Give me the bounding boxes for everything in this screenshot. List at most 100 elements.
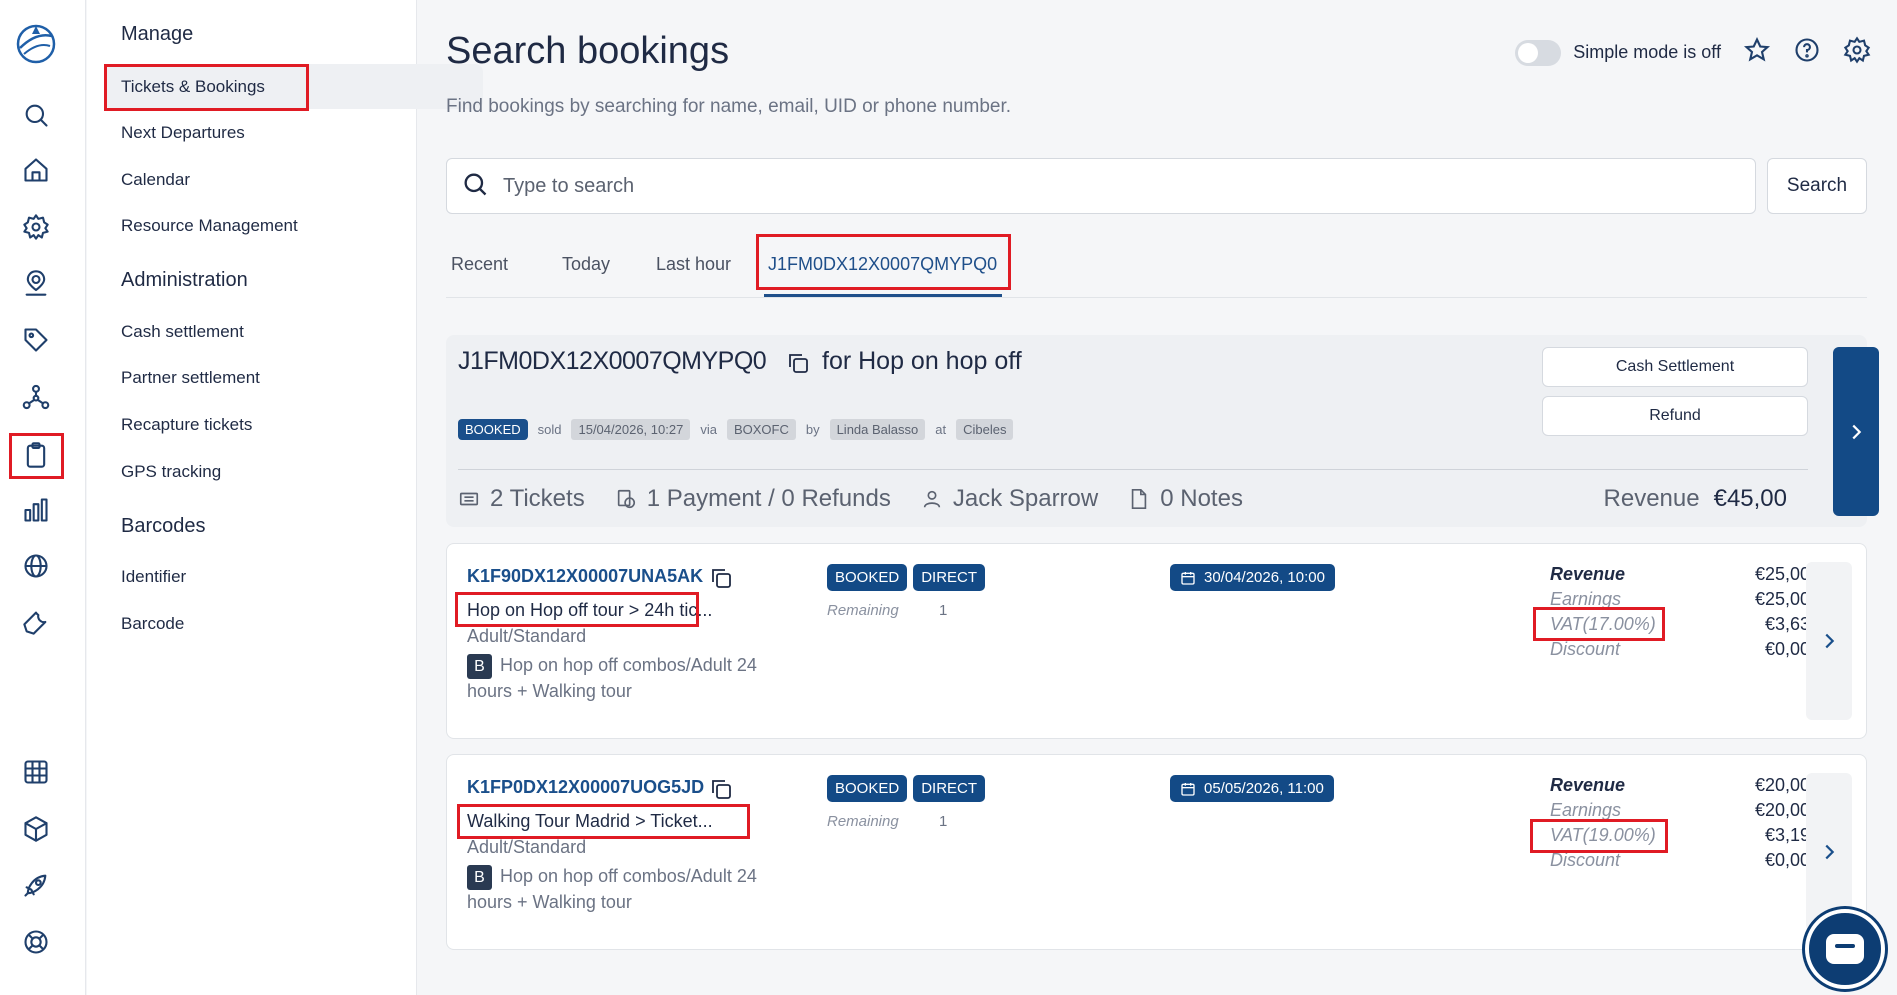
- booking-details-button[interactable]: [1833, 347, 1879, 516]
- fin-row-revenue: Revenue €20,00: [1550, 775, 1810, 800]
- combo-badge: B: [467, 865, 492, 890]
- wrench-icon[interactable]: [21, 607, 51, 637]
- remaining-label: Remaining: [827, 602, 899, 619]
- spreadsheet-icon[interactable]: [21, 757, 51, 787]
- globe-icon[interactable]: [21, 551, 51, 581]
- subnav-item-calendar[interactable]: Calendar: [121, 170, 190, 190]
- bar-chart-icon[interactable]: [21, 495, 51, 525]
- ticket-type: Adult/Standard: [467, 837, 587, 857]
- icon-rail: [0, 0, 86, 995]
- search-button[interactable]: Search: [1767, 158, 1867, 214]
- fin-row-revenue: Revenue €25,00: [1550, 564, 1810, 589]
- tab-last-hour[interactable]: Last hour: [656, 254, 731, 275]
- booking-revenue: Revenue €45,00: [1604, 485, 1787, 513]
- payment-icon: [617, 489, 635, 509]
- by-label: by: [805, 422, 820, 437]
- network-icon[interactable]: [21, 382, 51, 412]
- combo-badge: B: [467, 654, 492, 679]
- booking-summary-card: J1FM0DX12X0007QMYPQ0 for Hop on hop off …: [446, 335, 1879, 527]
- ticket-card: K1FP0DX12X00007UOG5JD Walking Tour Madri…: [446, 754, 1867, 950]
- subnav-item-next-departures[interactable]: Next Departures: [121, 123, 245, 143]
- subnav-item-gps-tracking[interactable]: GPS tracking: [121, 462, 221, 482]
- search-input[interactable]: [503, 174, 1703, 198]
- simple-mode-toggle[interactable]: [1515, 39, 1562, 66]
- ticket-status-badge: BOOKED: [827, 775, 908, 802]
- subnav-item-partner-settlement[interactable]: Partner settlement: [121, 368, 260, 388]
- page-subtitle: Find bookings by searching for name, ema…: [446, 96, 1012, 117]
- ticket-date-badge: 05/05/2026, 11:00: [1170, 775, 1334, 802]
- customer-stat[interactable]: Jack Sparrow: [921, 485, 1098, 513]
- ticket-date-badge: 30/04/2026, 10:00: [1170, 564, 1335, 591]
- fin-value: €25,00: [1754, 564, 1810, 584]
- remaining-label: Remaining: [827, 813, 899, 830]
- subnav-item-resource-management[interactable]: Resource Management: [121, 216, 298, 236]
- vat-highlight: [1533, 607, 1665, 641]
- gear-icon[interactable]: [1843, 36, 1871, 69]
- copy-icon[interactable]: [709, 777, 733, 806]
- ticket-code[interactable]: K1FP0DX12X00007UOG5JD: [467, 777, 704, 798]
- search-icon[interactable]: [21, 100, 51, 130]
- ticket-status-badge: BOOKED: [827, 564, 908, 591]
- notes-stat[interactable]: 0 Notes: [1128, 485, 1243, 513]
- ticket-details-button[interactable]: [1806, 773, 1852, 931]
- tab-recent[interactable]: Recent: [451, 254, 508, 275]
- refund-button[interactable]: Refund: [1542, 396, 1808, 436]
- logo-icon[interactable]: [14, 22, 58, 66]
- booking-divider: [458, 469, 1808, 470]
- subnav-item-recapture-tickets[interactable]: Recapture tickets: [121, 415, 252, 435]
- map-pin-icon[interactable]: [21, 268, 51, 298]
- ticket-badges: BOOKED DIRECT: [827, 775, 986, 802]
- booking-tab-highlight: [756, 234, 1011, 290]
- subnav-item-cash-settlement[interactable]: Cash settlement: [121, 322, 244, 342]
- tag-icon[interactable]: [21, 325, 51, 355]
- lifebuoy-icon[interactable]: [21, 927, 51, 957]
- remaining-value: 1: [939, 813, 948, 830]
- tab-today[interactable]: Today: [562, 254, 610, 275]
- subnav-item-identifier[interactable]: Identifier: [121, 567, 186, 587]
- product-highlight: [455, 592, 699, 627]
- note-icon: [1131, 489, 1147, 509]
- tickets-bookings-highlight: [104, 64, 309, 111]
- search-icon: [461, 170, 489, 203]
- fin-value: €25,00: [1754, 589, 1810, 609]
- subnav-item-barcode[interactable]: Barcode: [121, 614, 184, 634]
- active-tab-underline: [764, 294, 1002, 297]
- booking-product-title: for Hop on hop off: [822, 347, 1022, 375]
- tabs-bar: Recent Today Last hour J1FM0DX12X0007QMY…: [446, 234, 1867, 298]
- tickets-stat[interactable]: 2 Tickets: [458, 485, 585, 513]
- calendar-icon: [1181, 571, 1195, 585]
- combo-text: Hop on hop off combos/Adult 24 hours + W…: [467, 866, 757, 912]
- section-manage-title: Manage: [121, 23, 194, 45]
- secondary-nav: Manage Tickets & Bookings Next Departure…: [87, 0, 483, 995]
- copy-icon[interactable]: [709, 566, 733, 595]
- fin-value: €3,19: [1764, 825, 1810, 845]
- booking-stats: 2 Tickets 1 Payment / 0 Refunds Jack Spa…: [458, 485, 1273, 513]
- cash-settlement-button[interactable]: Cash Settlement: [1542, 347, 1808, 387]
- fin-row-discount: Discount €0,00: [1550, 639, 1810, 664]
- fin-label: Discount: [1550, 850, 1621, 870]
- simple-mode-label: Simple mode is off: [1573, 42, 1721, 62]
- copy-icon[interactable]: [786, 351, 810, 380]
- help-icon[interactable]: [1793, 36, 1821, 69]
- ticket-combo: B Hop on hop off combos/Adult 24 hours + …: [467, 653, 797, 704]
- settings-icon[interactable]: [21, 212, 51, 242]
- sold-label: sold: [537, 422, 562, 437]
- seller-chip: Linda Balasso: [829, 419, 926, 440]
- ticket-code[interactable]: K1F90DX12X00007UNA5AK: [467, 566, 703, 587]
- star-icon[interactable]: [1743, 36, 1771, 69]
- user-icon: [923, 490, 941, 508]
- home-icon[interactable]: [21, 155, 51, 185]
- rocket-icon[interactable]: [21, 870, 51, 900]
- revenue-value: €45,00: [1713, 485, 1787, 512]
- search-box: [446, 158, 1756, 214]
- box-icon[interactable]: [21, 814, 51, 844]
- chevron-right-icon: [1852, 424, 1862, 439]
- section-administration-title: Administration: [121, 269, 248, 291]
- tickets-count: 2 Tickets: [490, 485, 585, 512]
- ticket-badges: BOOKED DIRECT: [827, 564, 986, 591]
- chat-widget-button[interactable]: [1805, 909, 1885, 989]
- payments-stat[interactable]: 1 Payment / 0 Refunds: [615, 485, 891, 513]
- ticket-icon: [459, 492, 479, 506]
- fin-value: €0,00: [1764, 850, 1810, 870]
- ticket-details-button[interactable]: [1806, 562, 1852, 720]
